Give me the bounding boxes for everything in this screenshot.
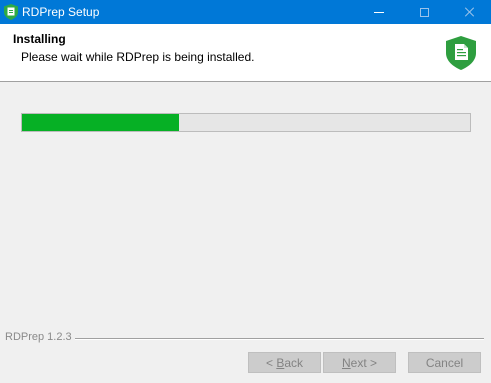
back-button-label: ack: [284, 355, 304, 370]
title-bar[interactable]: RDPrep Setup: [0, 0, 491, 24]
minimize-button[interactable]: [356, 0, 401, 24]
page-title: Installing: [13, 32, 66, 46]
setup-window: RDPrep Setup Installing Please wait whil…: [0, 0, 491, 383]
close-icon: [465, 7, 475, 17]
branding-text: RDPrep 1.2.3: [5, 331, 72, 343]
window-title: RDPrep Setup: [22, 5, 100, 19]
back-button-mnemonic: B: [276, 355, 285, 370]
next-button-mnemonic: N: [341, 355, 351, 370]
back-button-prefix: <: [265, 355, 277, 370]
cancel-button[interactable]: Cancel: [408, 352, 481, 373]
back-button[interactable]: < Back: [248, 352, 321, 373]
maximize-button[interactable]: [402, 0, 447, 24]
minimize-icon: [373, 11, 384, 13]
next-button-label: ext >: [350, 355, 378, 370]
cancel-button-label: Cancel: [425, 355, 464, 370]
app-icon: [4, 4, 18, 20]
progress-fill: [22, 114, 179, 131]
header-divider: [0, 81, 491, 82]
next-button[interactable]: Next >: [323, 352, 396, 373]
footer-divider: [75, 338, 484, 339]
green-shield-document-icon: [446, 36, 476, 70]
page-subtitle: Please wait while RDPrep is being instal…: [21, 50, 255, 64]
close-button[interactable]: [447, 0, 491, 24]
page-header: Installing Please wait while RDPrep is b…: [0, 24, 491, 81]
install-progress-bar: [21, 113, 471, 132]
maximize-icon: [420, 7, 429, 17]
